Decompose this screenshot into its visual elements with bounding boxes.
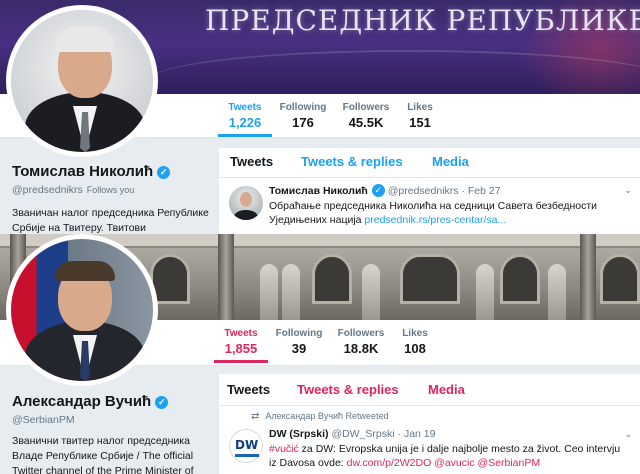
banner-statue bbox=[362, 264, 380, 320]
nav-following[interactable]: Following 39 bbox=[268, 328, 330, 356]
tab-tweets[interactable]: Tweets bbox=[230, 154, 273, 169]
banner-arch bbox=[600, 254, 640, 304]
profile-avatar[interactable] bbox=[6, 5, 158, 157]
tab-media[interactable]: Media bbox=[428, 382, 465, 397]
retweet-context: ⇄ Александар Вучић Retweeted bbox=[251, 411, 389, 422]
profile-avatar[interactable] bbox=[6, 234, 158, 386]
nav-value: 39 bbox=[291, 341, 307, 356]
tweet-author-name[interactable]: DW (Srpski) bbox=[269, 428, 329, 440]
follows-you-label: Follows you bbox=[86, 185, 135, 195]
tweet-handle: @DW_Srpski bbox=[331, 428, 395, 440]
nav-label: Following bbox=[279, 102, 327, 113]
tweet-date[interactable]: Jan 19 bbox=[404, 428, 436, 440]
tweet-header: Томислав Николић ✓ @predsednikrs · Feb 27 bbox=[269, 184, 501, 197]
timeline-tabs: Tweets Tweets & replies Media bbox=[219, 148, 640, 178]
profile-name[interactable]: Томислав Николић ✓ bbox=[12, 163, 171, 180]
nav-followers[interactable]: Followers 18.8K bbox=[330, 328, 392, 356]
profile-name-text: Александар Вучић bbox=[12, 393, 152, 410]
dw-logo-bar bbox=[235, 454, 259, 457]
nav-tweets[interactable]: Tweets 1,226 bbox=[214, 102, 276, 137]
nav-likes[interactable]: Likes 108 bbox=[384, 328, 446, 356]
dw-logo-icon: DW bbox=[229, 429, 263, 463]
banner-text: ПРЕДСЕДНИК РЕПУБЛИКЕ СРБИЈЕ bbox=[205, 4, 640, 37]
nav-tweets[interactable]: Tweets 1,855 bbox=[210, 328, 272, 363]
profile-name-text: Томислав Николић bbox=[12, 163, 154, 180]
profile-handle-text: @predsednikrs bbox=[12, 184, 83, 196]
profile-name[interactable]: Александар Вучић ✓ bbox=[12, 393, 169, 410]
profile-handle: @predsednikrs Follows you bbox=[12, 184, 134, 196]
nav-value: 45.5K bbox=[348, 115, 384, 130]
profile-bio: Званични твитер налог председника Владе … bbox=[12, 435, 194, 474]
nav-label: Tweets bbox=[228, 102, 262, 113]
banner-arch bbox=[500, 254, 540, 304]
banner-column bbox=[580, 234, 596, 320]
nav-value: 176 bbox=[292, 115, 314, 130]
nav-following[interactable]: Following 176 bbox=[272, 102, 334, 130]
nav-label: Following bbox=[275, 328, 323, 339]
tweet-mention[interactable]: @SerbianPM bbox=[478, 457, 541, 469]
tweet-author-name[interactable]: Томислав Николић bbox=[269, 185, 368, 197]
verified-badge-icon: ✓ bbox=[157, 166, 171, 179]
profile-bio: Званичан налог председника Републике Срб… bbox=[12, 207, 209, 234]
tweet-dot: · bbox=[397, 428, 402, 440]
tweet-mention[interactable]: @avucic bbox=[434, 457, 474, 469]
banner-column bbox=[218, 234, 234, 320]
tweet-link[interactable]: predsednik.rs/pres-centar/sa... bbox=[364, 214, 506, 226]
nav-value: 18.8K bbox=[343, 341, 379, 356]
profile-handle-text: @SerbianPM bbox=[12, 414, 75, 426]
verified-badge-icon: ✓ bbox=[371, 184, 385, 197]
tweet-text: Обраћање председника Николића на седници… bbox=[269, 199, 629, 227]
timeline-tabs: Tweets Tweets & replies Media bbox=[219, 374, 640, 406]
nav-value: 151 bbox=[409, 115, 431, 130]
nav-likes[interactable]: Likes 151 bbox=[389, 102, 451, 130]
nav-followers[interactable]: Followers 45.5K bbox=[335, 102, 397, 130]
nav-label: Followers bbox=[337, 328, 385, 339]
tab-tweets-replies[interactable]: Tweets & replies bbox=[297, 382, 399, 397]
banner-arch bbox=[312, 254, 352, 304]
nav-label: Likes bbox=[407, 102, 433, 113]
nav-value: 108 bbox=[404, 341, 426, 356]
tab-tweets-replies[interactable]: Tweets & replies bbox=[301, 154, 403, 169]
tweet-avatar[interactable] bbox=[229, 186, 263, 220]
banner-statue bbox=[260, 264, 278, 320]
tweet-link[interactable]: dw.com/p/2W2DO bbox=[347, 457, 432, 469]
timeline: Tweets Tweets & replies Media Томислав Н… bbox=[219, 148, 640, 234]
tab-tweets[interactable]: Tweets bbox=[227, 382, 270, 397]
retweet-context-text[interactable]: Александар Вучић Retweeted bbox=[265, 411, 388, 421]
nav-label: Likes bbox=[402, 328, 428, 339]
nav-value: 1,855 bbox=[224, 341, 258, 356]
nav-value: 1,226 bbox=[228, 115, 262, 130]
chevron-down-icon[interactable]: ⌄ bbox=[624, 429, 632, 440]
retweet-icon: ⇄ bbox=[251, 411, 260, 422]
tweet[interactable]: Томислав Николић ✓ @predsednikrs · Feb 27… bbox=[219, 179, 640, 234]
banner-statue bbox=[476, 264, 494, 320]
tweet-dot: · bbox=[461, 185, 465, 197]
banner-statue bbox=[548, 264, 566, 320]
tweet-date[interactable]: Feb 27 bbox=[468, 185, 501, 197]
tweet-text: #vučić za DW: Evropska unija je i dalje … bbox=[269, 442, 629, 470]
nav-label: Tweets bbox=[224, 328, 258, 339]
banner-arch bbox=[400, 254, 460, 304]
timeline: Tweets Tweets & replies Media ⇄ Александа… bbox=[219, 374, 640, 474]
tweet-handle: @predsednikrs bbox=[387, 185, 459, 197]
tab-media[interactable]: Media bbox=[432, 154, 469, 169]
dw-logo-text: DW bbox=[235, 438, 259, 452]
nav-label: Followers bbox=[342, 102, 390, 113]
tweet-hashtag[interactable]: #vučić bbox=[269, 443, 299, 455]
tweet-header: DW (Srpski) @DW_Srpski · Jan 19 bbox=[269, 428, 435, 440]
verified-badge-icon: ✓ bbox=[155, 396, 169, 409]
banner-statue bbox=[282, 264, 300, 320]
profile-handle: @SerbianPM bbox=[12, 414, 75, 426]
profile-panel-nikolic: ПРЕДСЕДНИК РЕПУБЛИКЕ СРБИЈЕ Tweets 1,226… bbox=[0, 0, 640, 234]
chevron-down-icon[interactable]: ⌄ bbox=[624, 185, 632, 196]
tweet[interactable]: ⇄ Александар Вучић Retweeted DW DW (Srpsk… bbox=[219, 407, 640, 474]
profile-panel-vucic: Tweets 1,855 Following 39 Followers 18.8… bbox=[0, 234, 640, 474]
banner-wave bbox=[150, 50, 640, 94]
tweet-avatar[interactable]: DW bbox=[229, 429, 263, 463]
